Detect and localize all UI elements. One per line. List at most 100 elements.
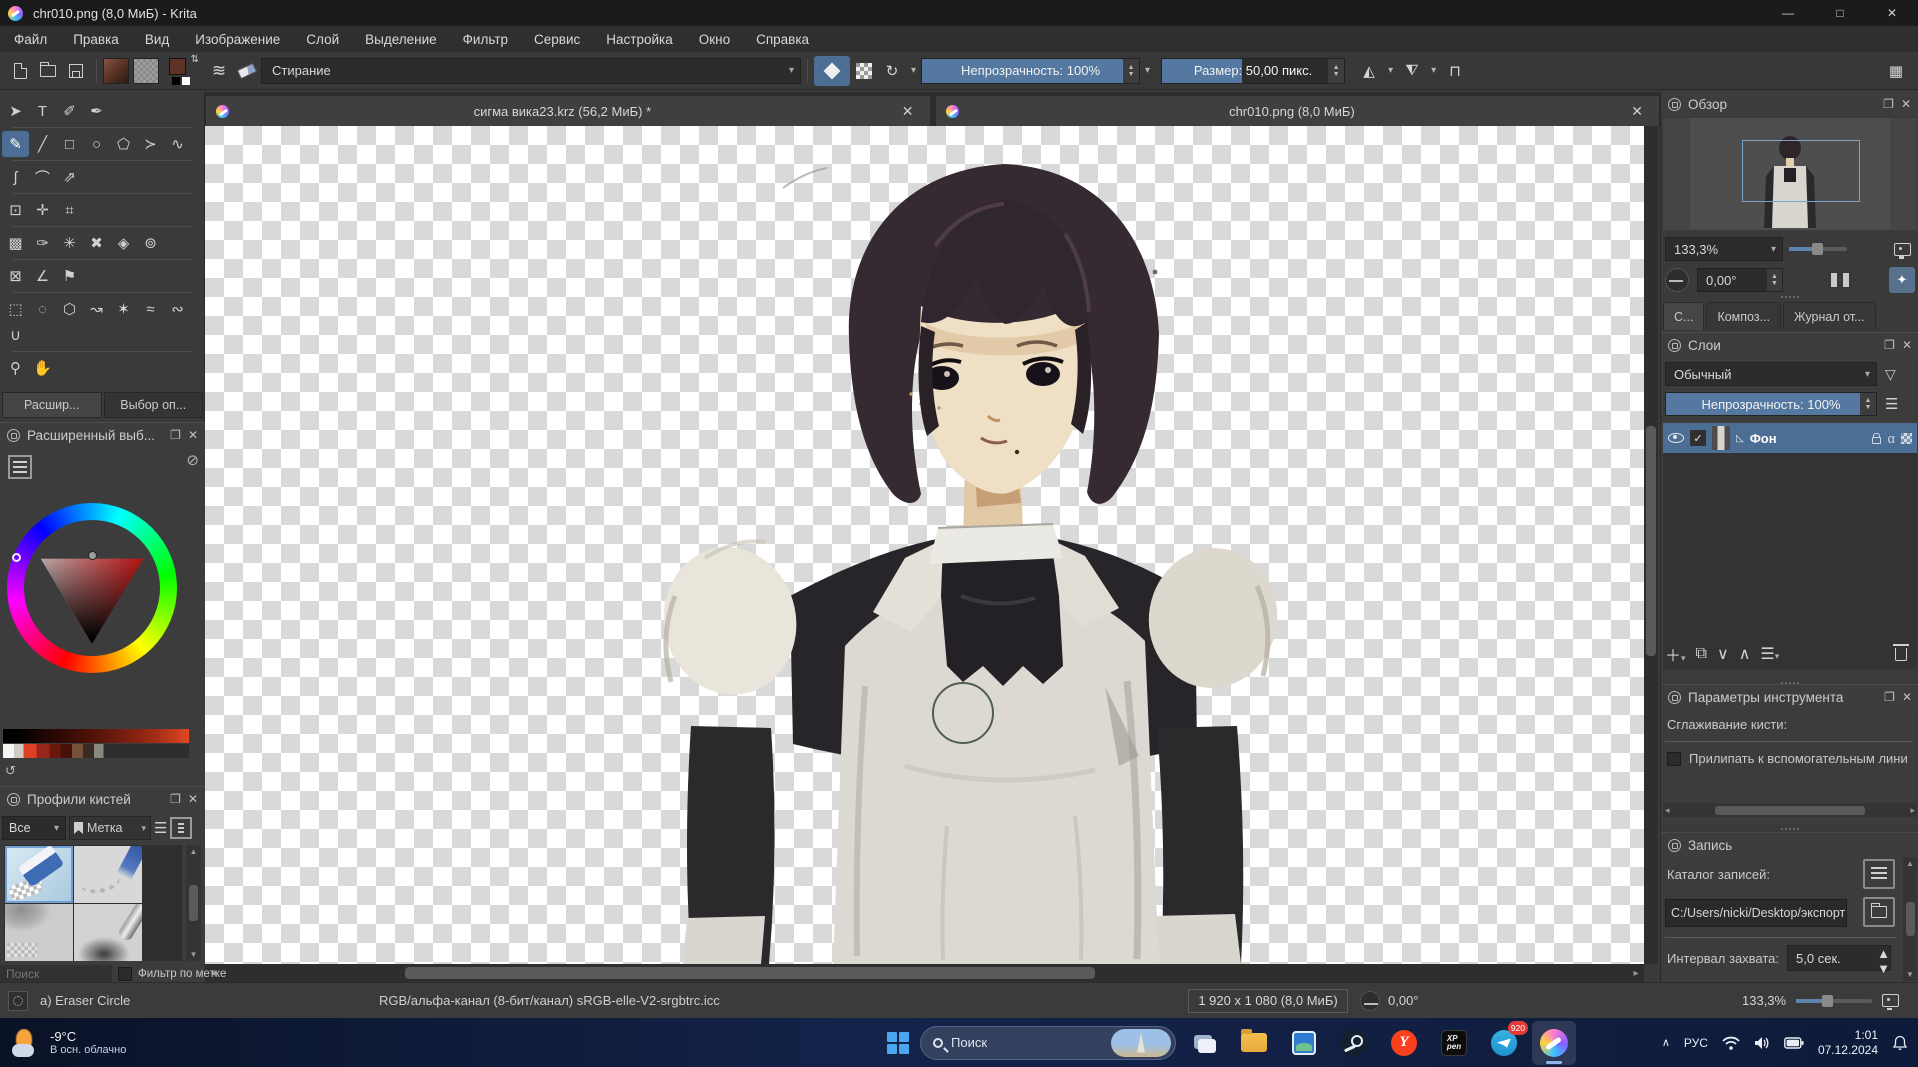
layer-opacity-spinner[interactable]: ▲ ▼	[1860, 393, 1876, 415]
text-tool[interactable]: T	[29, 98, 56, 124]
maximize-button[interactable]: □	[1814, 0, 1866, 26]
elliptical-selection-tool[interactable]: ◌	[29, 296, 56, 322]
filter-by-tag-checkbox[interactable]	[118, 967, 132, 981]
scrollbar-thumb[interactable]	[1646, 426, 1656, 656]
hidden-icons-chevron[interactable]: ∧	[1662, 1036, 1670, 1049]
edit-shapes-tool[interactable]: ✐	[56, 98, 83, 124]
rotation-angle-spinner[interactable]: 0,00° ▲ ▼	[1697, 268, 1783, 292]
color-history-icon[interactable]: ↺	[5, 763, 16, 779]
pan-tool[interactable]: ✋	[29, 355, 56, 381]
snap-assistants-checkbox[interactable]	[1667, 751, 1681, 766]
rectangle-tool[interactable]: □	[56, 131, 83, 157]
layer-checkbox[interactable]: ✓	[1690, 430, 1706, 446]
krita-taskbar-button[interactable]	[1532, 1020, 1576, 1065]
close-panel-icon[interactable]: ✕	[1901, 97, 1911, 111]
language-indicator[interactable]: РУС	[1684, 1036, 1708, 1050]
close-panel-icon[interactable]: ✕	[188, 792, 198, 806]
close-button[interactable]: ✕	[1866, 0, 1918, 26]
move-layer-up-button[interactable]: ∧	[1739, 644, 1751, 664]
tab-advanced-selector[interactable]: Расшир...	[2, 392, 102, 418]
menu-item-7[interactable]: Сервис	[534, 32, 580, 47]
opacity-slider[interactable]: Непрозрачность: 100% ▲ ▼	[921, 57, 1141, 84]
canvas-angle[interactable]: 0,00°	[1360, 990, 1419, 1011]
lock-icon[interactable]	[1872, 432, 1882, 444]
notifications-bell-icon[interactable]	[1892, 1035, 1908, 1051]
minimize-button[interactable]: —	[1762, 0, 1814, 26]
float-panel-icon[interactable]: ❐	[170, 428, 181, 442]
close-tab-icon[interactable]: ✕	[1625, 103, 1649, 120]
move-tool[interactable]: ✛	[29, 197, 56, 223]
file-explorer-button[interactable]	[1232, 1021, 1276, 1065]
scrollbar-thumb[interactable]	[405, 967, 1095, 979]
docker-lock-icon[interactable]	[7, 428, 20, 442]
scrollbar-thumb[interactable]	[1905, 902, 1915, 936]
scrollbar-thumb[interactable]	[1715, 805, 1865, 815]
menu-item-4[interactable]: Слой	[306, 32, 339, 47]
rectangular-selection-tool[interactable]: ⬚	[2, 296, 29, 322]
close-tab-icon[interactable]: ✕	[896, 103, 920, 120]
foreground-color-swatch[interactable]	[169, 57, 186, 75]
rotation-dial-icon[interactable]	[1360, 990, 1380, 1011]
chevron-down-icon[interactable]: ▾	[1383, 65, 1398, 76]
docker-tab-0[interactable]: С...	[1663, 302, 1705, 330]
add-layer-button[interactable]: ＋▾	[1665, 642, 1686, 666]
gradient-chooser[interactable]	[103, 57, 129, 84]
brush-editor-button[interactable]: ≋	[205, 57, 233, 85]
brush-preset-combo[interactable]: Стирание ▾	[261, 57, 801, 84]
select-shapes-tool[interactable]: ➤	[2, 98, 29, 124]
blend-mode-combo[interactable]: Обычный ▾	[1665, 362, 1877, 386]
record-directory-field[interactable]: C:/Users/nicki/Desktop/экспорт	[1665, 899, 1847, 927]
size-slider[interactable]: Размер: 50,00 пикс. ▲ ▼	[1161, 57, 1346, 84]
image-size-label[interactable]: 1 920 x 1 080 (8,0 МиБ)	[1188, 988, 1348, 1013]
photos-button[interactable]	[1282, 1021, 1326, 1065]
preset-filter-combo[interactable]: Все ▾	[2, 816, 66, 840]
crop-tool[interactable]: ⌗	[56, 197, 83, 223]
similar-color-selection-tool[interactable]: ≈	[137, 296, 164, 322]
search-highlight-image[interactable]	[1111, 1028, 1171, 1057]
move-layer-down-button[interactable]: ∨	[1717, 644, 1729, 664]
alpha-lock-icon[interactable]: α	[1887, 431, 1895, 446]
menu-item-6[interactable]: Фильтр	[463, 32, 508, 47]
layer-options-icon[interactable]: ☰	[1885, 395, 1898, 413]
taskbar-search[interactable]: Поиск	[920, 1025, 1176, 1060]
float-panel-icon[interactable]: ❐	[170, 792, 181, 806]
spinner-arrows[interactable]: ▲ ▼	[1877, 946, 1890, 976]
float-panel-icon[interactable]: ❐	[1884, 338, 1895, 352]
multibrush-tool[interactable]: ⇗	[56, 164, 83, 190]
layer-row-background[interactable]: ✓ ◺ Фон α	[1663, 423, 1917, 453]
overview-viewport-rect[interactable]	[1742, 140, 1860, 202]
magnetic-selection-tool[interactable]: ∪	[2, 322, 29, 348]
swap-colors-icon[interactable]: ⇅	[191, 54, 199, 65]
preset-pen-eraser[interactable]	[74, 846, 142, 903]
zoom-slider-handle[interactable]	[1812, 243, 1824, 255]
size-spinner[interactable]: ▲ ▼	[1328, 58, 1345, 83]
telegram-button[interactable]: 920	[1482, 1020, 1528, 1065]
menu-item-1[interactable]: Правка	[73, 32, 119, 47]
bezier-curve-tool[interactable]: ∿	[164, 131, 191, 157]
scrollbar-thumb[interactable]	[189, 885, 198, 921]
docker-lock-icon[interactable]	[1668, 690, 1681, 704]
drag-handle[interactable]	[1661, 294, 1918, 300]
polyline-tool[interactable]: ≻	[137, 131, 164, 157]
preset-size-button[interactable]	[170, 817, 193, 839]
calligraphy-tool[interactable]: ✒	[83, 98, 110, 124]
dynamic-brush-tool[interactable]: ʃ	[2, 164, 29, 190]
layer-properties-button[interactable]: ☰▾	[1760, 644, 1779, 664]
docker-tab-2[interactable]: Журнал от...	[1783, 302, 1876, 330]
wrap-around-button[interactable]: ⧨	[1398, 57, 1426, 85]
zoom-tool[interactable]: ⚲	[2, 355, 29, 381]
pin-panel-button[interactable]: ✦	[1889, 267, 1915, 293]
docker-lock-icon[interactable]	[1668, 97, 1681, 111]
bezier-selection-tool[interactable]: ∾	[164, 296, 191, 322]
docker-lock-icon[interactable]	[1668, 338, 1681, 352]
start-button[interactable]	[876, 1021, 920, 1065]
inherit-alpha-icon[interactable]	[1901, 432, 1912, 444]
color-history-strip[interactable]	[3, 744, 189, 758]
menu-item-8[interactable]: Настройка	[606, 32, 672, 47]
save-button[interactable]	[62, 57, 90, 85]
zoom-slider[interactable]	[1789, 243, 1847, 255]
weather-widget[interactable]: -9°C В осн. облачно	[10, 1027, 240, 1059]
zoom-level-combo[interactable]: 133,3% ▾	[1665, 237, 1783, 261]
preserve-alpha-button[interactable]	[850, 57, 878, 85]
smart-patch-tool[interactable]: ✳	[56, 230, 83, 256]
